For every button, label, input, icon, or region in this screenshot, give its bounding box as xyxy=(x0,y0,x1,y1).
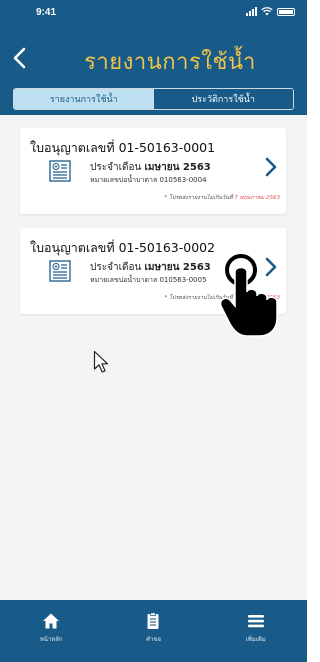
status-icons xyxy=(246,7,295,16)
nav-more[interactable]: เพิ่มเติม xyxy=(205,600,307,662)
battery-icon xyxy=(277,7,295,16)
signal-icon xyxy=(246,7,257,16)
bottom-nav: หน้าหลัก คำขอ เพิ่มเติม xyxy=(0,600,307,662)
chevron-right-icon[interactable] xyxy=(264,156,278,178)
segmented-tabs: รายงานการใช้น้ำ ประวัติการใช้น้ำ xyxy=(13,88,294,110)
due-note-text: * โปรดส่งรายงานไม่เกินวันที่ xyxy=(164,295,233,301)
document-icon xyxy=(49,160,71,182)
nav-more-label: เพิ่มเติม xyxy=(245,636,266,643)
wifi-icon xyxy=(261,7,273,16)
report-card[interactable]: ใบอนุญาตเลขที่ 01-50163-0002 ประจำเดือน … xyxy=(20,228,286,314)
due-date: 7 พฤษภาคม 2563 xyxy=(234,295,280,301)
header-bar: 9:41 รายงานการใช้น้ำ รายงานการใช้น้ำ ประ… xyxy=(0,0,307,115)
mouse-cursor-icon xyxy=(93,350,109,373)
nav-home-label: หน้าหลัก xyxy=(39,636,63,643)
month-value: เมษายน 2563 xyxy=(144,162,211,173)
well-number: หมายเลขบ่อน้ำบาดาล 010563-0005 xyxy=(90,276,207,284)
nav-home[interactable]: หน้าหลัก xyxy=(0,600,102,662)
due-date: 7 พฤษภาคม 2563 xyxy=(234,195,280,201)
nav-requests-label: คำขอ xyxy=(145,636,162,643)
nav-requests[interactable]: คำขอ xyxy=(102,600,204,662)
menu-icon xyxy=(247,615,264,628)
status-bar: 9:41 xyxy=(0,0,307,24)
clipboard-icon xyxy=(147,612,159,629)
license-number: ใบอนุญาตเลขที่ 01-50163-0002 xyxy=(30,240,216,255)
due-note: * โปรดส่งรายงานไม่เกินวันที่ 7 พฤษภาคม 2… xyxy=(165,294,281,302)
month-prefix: ประจำเดือน xyxy=(90,262,142,273)
chevron-right-icon[interactable] xyxy=(264,256,278,278)
report-month: ประจำเดือน เมษายน 2563 xyxy=(90,260,211,275)
app-screen: 9:41 รายงานการใช้น้ำ รายงานการใช้น้ำ ประ… xyxy=(0,0,307,662)
due-note-text: * โปรดส่งรายงานไม่เกินวันที่ xyxy=(164,195,233,201)
status-time: 9:41 xyxy=(36,7,57,18)
tab-water-report[interactable]: รายงานการใช้น้ำ xyxy=(14,89,154,109)
back-chevron-icon[interactable] xyxy=(10,46,30,70)
license-number: ใบอนุญาตเลขที่ 01-50163-0001 xyxy=(30,140,216,155)
well-number: หมายเลขบ่อน้ำบาดาล 010563-0004 xyxy=(90,176,207,184)
month-prefix: ประจำเดือน xyxy=(90,162,142,173)
tab-water-history[interactable]: ประวัติการใช้น้ำ xyxy=(153,89,293,109)
month-value: เมษายน 2563 xyxy=(144,262,211,273)
document-icon xyxy=(49,260,71,282)
home-icon xyxy=(43,613,60,629)
page-title: รายงานการใช้น้ำ xyxy=(84,50,256,75)
report-card[interactable]: ใบอนุญาตเลขที่ 01-50163-0001 ประจำเดือน … xyxy=(20,128,286,214)
due-note: * โปรดส่งรายงานไม่เกินวันที่ 7 พฤษภาคม 2… xyxy=(165,194,281,202)
report-month: ประจำเดือน เมษายน 2563 xyxy=(90,160,211,175)
